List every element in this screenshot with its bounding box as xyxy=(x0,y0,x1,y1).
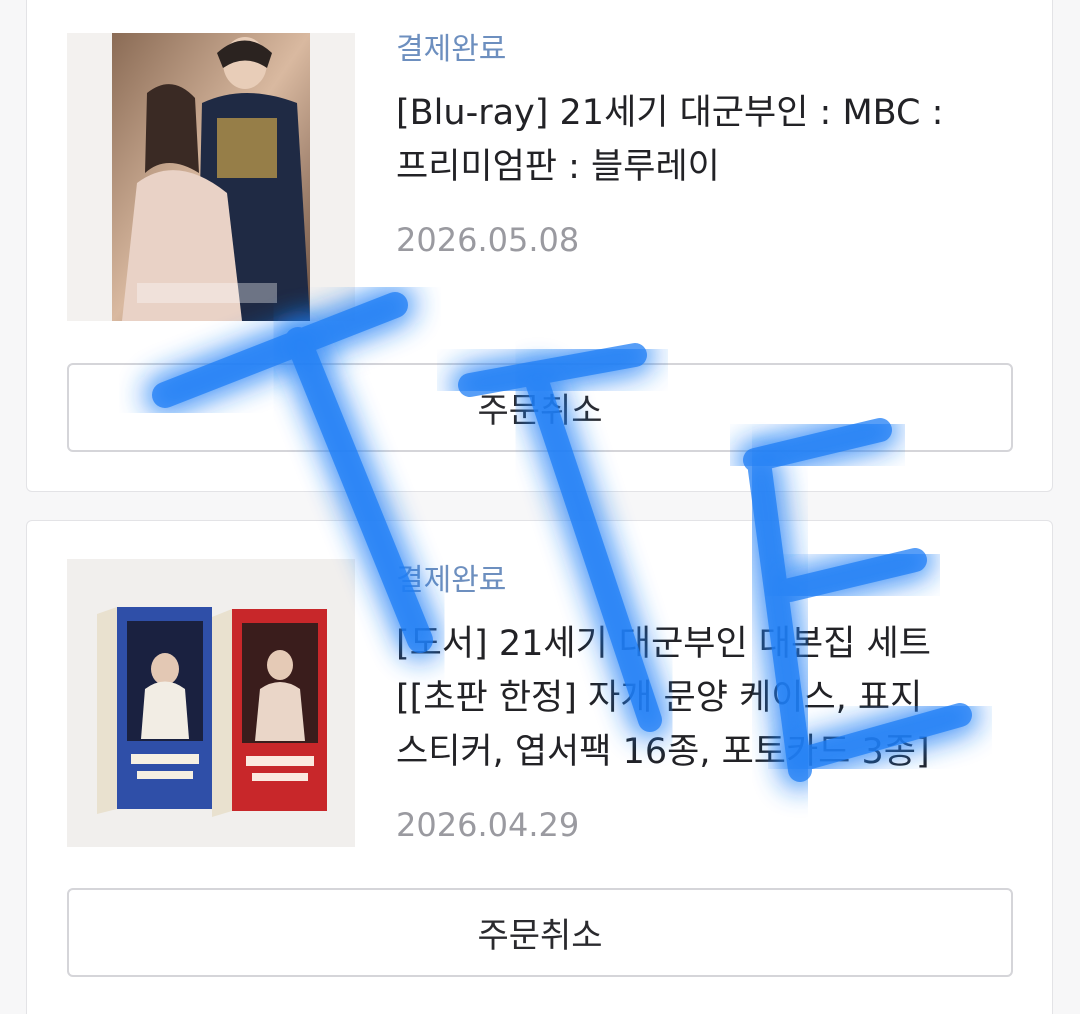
order-card: 결제완료 [도서] 21세기 대군부인 대본집 세트 [[초판 한정] 자개 문… xyxy=(26,520,1053,1014)
product-title[interactable]: [도서] 21세기 대군부인 대본집 세트 [[초판 한정] 자개 문양 케이스… xyxy=(396,617,1022,779)
order-date: 2026.05.08 xyxy=(396,221,580,259)
product-title[interactable]: [Blu-ray] 21세기 대군부인 : MBC : 프리미엄판 : 블루레이 xyxy=(396,86,1022,194)
cancel-order-button[interactable]: 주문취소 xyxy=(67,888,1013,977)
bluray-cover-image xyxy=(67,33,355,321)
script-book-set-image xyxy=(67,559,355,847)
order-list-page: 결제완료 [Blu-ray] 21세기 대군부인 : MBC : 프리미엄판 :… xyxy=(0,0,1080,1014)
product-thumbnail-script-book[interactable] xyxy=(67,559,355,847)
order-date: 2026.04.29 xyxy=(396,806,580,844)
cancel-order-button[interactable]: 주문취소 xyxy=(67,363,1013,452)
order-card: 결제완료 [Blu-ray] 21세기 대군부인 : MBC : 프리미엄판 :… xyxy=(26,0,1053,492)
order-status: 결제완료 xyxy=(396,563,507,598)
product-thumbnail-bluray[interactable] xyxy=(67,33,355,321)
order-status: 결제완료 xyxy=(396,32,507,67)
